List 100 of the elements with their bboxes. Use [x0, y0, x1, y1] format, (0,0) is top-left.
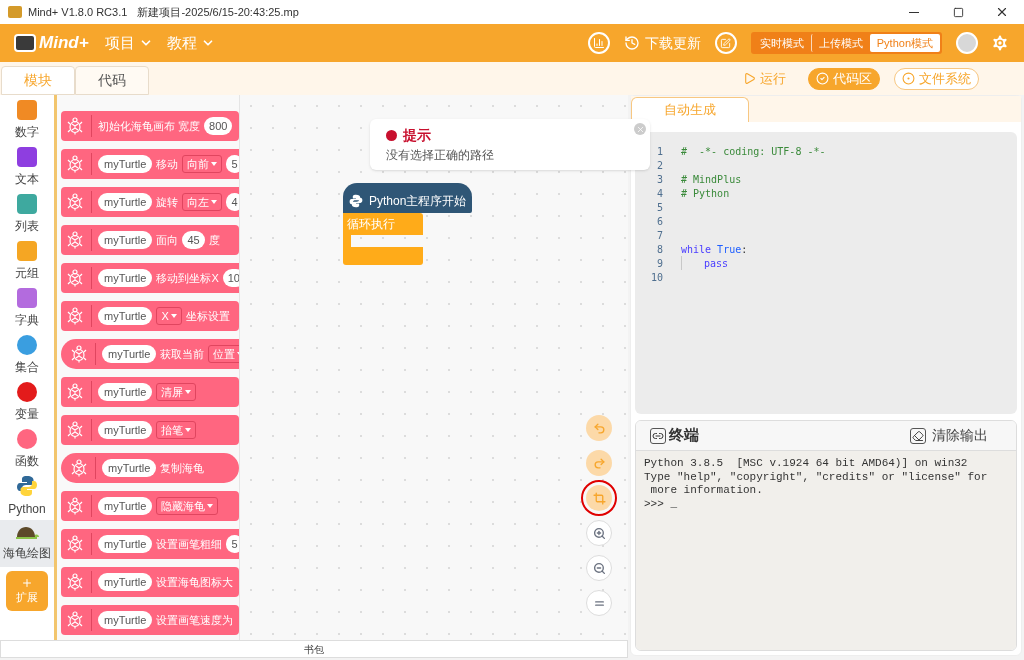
line-number: 2	[655, 158, 663, 173]
category-item[interactable]: Python	[0, 473, 54, 520]
code-block[interactable]: myTurtle 移动到坐标X 10	[61, 263, 239, 293]
block-label: 度	[208, 232, 220, 248]
category-item[interactable]: 数字	[0, 97, 54, 144]
chart-button[interactable]	[587, 32, 610, 54]
variable-pill[interactable]: myTurtle	[98, 231, 153, 249]
radio-icon	[902, 72, 915, 85]
variable-pill[interactable]: myTurtle	[98, 193, 153, 211]
code-block[interactable]: myTurtle 复制海龟	[61, 453, 239, 483]
category-item[interactable]: 列表	[0, 191, 54, 238]
line-number: 4	[655, 186, 663, 201]
caret-icon	[185, 428, 192, 432]
code-block[interactable]: myTurtle 设置海龟图标大	[61, 567, 239, 597]
avatar[interactable]	[956, 32, 978, 54]
error-icon	[386, 130, 397, 141]
code-token: pass	[704, 256, 729, 271]
edit-button[interactable]	[714, 32, 737, 54]
code-block[interactable]: myTurtle 移动 向前 5	[61, 149, 239, 179]
variable-pill[interactable]: myTurtle	[98, 307, 153, 325]
caret-icon	[211, 200, 218, 204]
category-item[interactable]: 变量	[0, 379, 54, 426]
turtle-icon	[65, 192, 85, 212]
cross-icon	[635, 124, 645, 134]
terminal-line: Type "help", "copyright", "credits" or "license" for	[644, 470, 989, 484]
category-item[interactable]: 海龟绘图	[0, 520, 54, 567]
number-field[interactable]: 800	[204, 117, 233, 135]
variable-pill[interactable]: myTurtle	[98, 421, 153, 439]
code-block[interactable]: myTurtle 设置画笔速度为	[61, 605, 239, 635]
number-field[interactable]: 4	[226, 193, 239, 211]
settings-icon[interactable]	[990, 33, 1010, 53]
line-number: 5	[655, 200, 663, 215]
zoom-out-button[interactable]	[586, 555, 612, 581]
code-block[interactable]: 初始化海龟画布 宽度 800	[61, 111, 239, 141]
number-field[interactable]: 5	[226, 535, 239, 553]
redo-icon	[592, 456, 606, 470]
code-block[interactable]: myTurtle 获取当前 位置	[61, 339, 239, 369]
code-editor[interactable]: 1 # -*- coding: UTF-8 -*- 2 3 # MindPlus 4 # Python 5 6 7 8 while True: 9 pass 10	[635, 132, 1017, 414]
number-field[interactable]: 45	[182, 231, 205, 249]
category-item[interactable]: 集合	[0, 332, 54, 379]
app-icon	[8, 6, 22, 18]
code-block[interactable]: myTurtle 设置画笔粗细 5	[61, 529, 239, 559]
check-icon	[816, 72, 829, 85]
block-label: 移动到坐标X	[156, 270, 219, 286]
caret-icon	[211, 162, 218, 166]
turtle-icon	[65, 534, 85, 554]
variable-pill[interactable]: myTurtle	[98, 155, 153, 173]
variable-pill[interactable]: myTurtle	[102, 345, 157, 363]
category-item[interactable]: 文本	[0, 144, 54, 191]
main-program-block[interactable]: Python主程序开始	[343, 183, 473, 213]
variable-pill[interactable]: myTurtle	[98, 535, 153, 553]
block-label: 复制海龟	[160, 460, 205, 476]
variable-pill[interactable]: myTurtle	[98, 573, 153, 591]
turtle-icon	[69, 458, 89, 478]
line-number: 8	[655, 242, 663, 257]
variable-pill[interactable]: myTurtle	[98, 611, 153, 629]
caret-icon	[170, 314, 177, 318]
number-field[interactable]: 10	[222, 269, 239, 287]
number-field[interactable]: 5	[226, 155, 239, 173]
block-label: 坐标设置	[185, 308, 230, 324]
code-block[interactable]: myTurtle 抬笔	[61, 415, 239, 445]
line-number: 6	[655, 214, 663, 229]
clear-output-button[interactable]: 清除输出	[910, 425, 988, 446]
zoom-out-icon	[592, 561, 606, 575]
code-token: :	[741, 242, 748, 257]
line-number: 10	[649, 270, 663, 285]
turtle-icon	[65, 268, 85, 288]
block-label: 面向	[156, 232, 179, 248]
crop-icon	[592, 491, 606, 505]
variable-pill[interactable]: myTurtle	[98, 269, 153, 287]
code-block[interactable]: myTurtle 面向 45 度	[61, 225, 239, 255]
category-item[interactable]: 字典	[0, 285, 54, 332]
close-icon[interactable]	[634, 123, 646, 135]
code-block[interactable]: myTurtle X 坐标设置	[61, 301, 239, 331]
category-item[interactable]: 函数	[0, 426, 54, 473]
edit-icon	[720, 37, 732, 49]
window-title: 新建项目-2025/6/15-20:43:25.mp	[137, 4, 299, 20]
redo-button[interactable]	[586, 450, 612, 476]
chart-icon	[592, 37, 605, 49]
code-token: # Python	[681, 186, 730, 201]
category-item[interactable]: 元组	[0, 238, 54, 285]
variable-pill[interactable]: myTurtle	[98, 383, 153, 401]
minimize-icon	[909, 11, 919, 13]
editor-tab[interactable]: 代码	[75, 66, 149, 95]
code-block[interactable]: myTurtle 清屏	[61, 377, 239, 407]
undo-button[interactable]	[586, 415, 612, 441]
code-block[interactable]: myTurtle 旋转 向左 4	[61, 187, 239, 217]
code-block[interactable]: myTurtle 隐藏海龟	[61, 491, 239, 521]
code-token: while	[681, 242, 712, 257]
variable-pill[interactable]: myTurtle	[98, 497, 153, 515]
line-number: 9	[655, 256, 663, 271]
variable-pill[interactable]: myTurtle	[102, 459, 157, 477]
zoom-in-button[interactable]	[586, 520, 612, 546]
turtle-icon	[65, 230, 85, 250]
turtle-icon	[65, 116, 85, 136]
backpack-bar[interactable]: 书包	[0, 640, 628, 658]
code-token: True	[717, 242, 742, 257]
code-token: # MindPlus	[681, 172, 742, 187]
terminal-title: 终端	[669, 425, 699, 446]
reset-zoom-button[interactable]	[586, 590, 612, 616]
